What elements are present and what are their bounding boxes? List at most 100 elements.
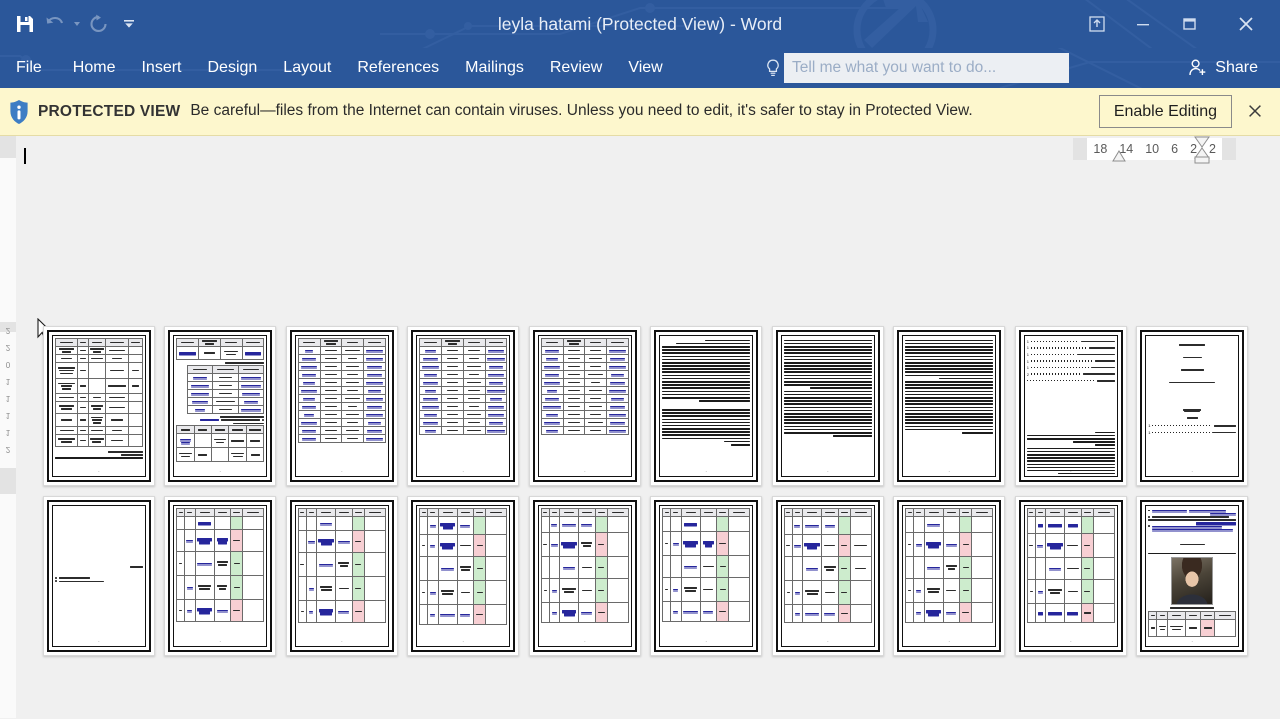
enable-editing-button[interactable]: Enable Editing bbox=[1098, 95, 1232, 128]
page-number: - bbox=[462, 638, 464, 643]
quick-access-toolbar[interactable] bbox=[0, 0, 144, 48]
protected-view-message: Be careful—files from the Internet can c… bbox=[190, 102, 973, 120]
page-number: - bbox=[827, 468, 829, 473]
ruler-margin-left bbox=[1073, 138, 1088, 160]
vruler-tick: 2 bbox=[5, 326, 11, 335]
ribbon-tab-bar: File Home Insert Design Layout Reference… bbox=[0, 48, 1280, 88]
tab-view[interactable]: View bbox=[615, 48, 675, 88]
right-indent-marker-icon[interactable] bbox=[1193, 136, 1211, 164]
horizontal-ruler[interactable]: 18 14 10 6 2 2 bbox=[1073, 136, 1236, 164]
page-number: - bbox=[948, 638, 950, 643]
tab-review[interactable]: Review bbox=[537, 48, 615, 88]
mini-paragraph bbox=[662, 339, 751, 402]
tab-file[interactable]: File bbox=[0, 48, 60, 88]
document-area[interactable]: 2 2 0 1 1 1 1 2 18 14 10 6 2 2 - - - - -… bbox=[0, 136, 1280, 718]
search-input[interactable] bbox=[784, 53, 1069, 83]
info-shield-glyph bbox=[10, 99, 28, 124]
tab-design[interactable]: Design bbox=[194, 48, 270, 88]
tab-layout[interactable]: Layout bbox=[270, 48, 344, 88]
tell-me-container[interactable] bbox=[762, 48, 1069, 88]
page-thumbnail[interactable]: - bbox=[407, 496, 520, 656]
mini-table bbox=[540, 508, 629, 623]
page-thumbnail[interactable]: 1 1 - bbox=[1136, 326, 1249, 486]
page-number: - bbox=[1191, 468, 1193, 473]
page-thumbnail[interactable]: - bbox=[771, 496, 884, 656]
page-thumbnails[interactable]: - - - - - - - - 1 1 1 1 1 2 - 1 1 - - - … bbox=[38, 326, 1260, 656]
page-number: - bbox=[705, 638, 707, 643]
close-banner-icon[interactable] bbox=[1242, 96, 1268, 126]
protected-view-label: PROTECTED VIEW bbox=[38, 102, 181, 120]
tab-references[interactable]: References bbox=[344, 48, 452, 88]
page-thumbnail[interactable]: - bbox=[42, 496, 155, 656]
mini-toc: 1 1 1 1 1 2 bbox=[1026, 338, 1115, 384]
page-thumbnail[interactable]: - bbox=[893, 496, 1006, 656]
page-number: - bbox=[705, 468, 707, 473]
page-thumbnail[interactable]: - bbox=[1014, 496, 1127, 656]
portrait-photo bbox=[1171, 557, 1214, 606]
page-thumbnail[interactable]: - bbox=[164, 496, 277, 656]
hruler-tick: 18 bbox=[1093, 142, 1108, 156]
vruler-tick: 1 bbox=[5, 394, 11, 403]
page-thumbnail[interactable]: - bbox=[893, 326, 1006, 486]
hruler-tick: 10 bbox=[1145, 142, 1160, 156]
page-thumbnail[interactable]: - bbox=[771, 326, 884, 486]
vertical-ruler[interactable]: 2 2 0 1 1 1 1 2 bbox=[0, 136, 16, 718]
tab-mailings[interactable]: Mailings bbox=[452, 48, 537, 88]
page-thumbnail[interactable]: - bbox=[285, 496, 398, 656]
save-icon[interactable] bbox=[10, 7, 40, 41]
lightbulb-glyph bbox=[767, 59, 779, 76]
restore-icon[interactable] bbox=[1166, 0, 1212, 48]
page-number: - bbox=[98, 468, 100, 473]
customize-qat-glyph bbox=[124, 20, 134, 28]
redo-icon[interactable] bbox=[84, 7, 114, 41]
mini-table bbox=[176, 338, 265, 361]
close-icon[interactable] bbox=[1212, 0, 1280, 48]
customize-quick-access-icon[interactable] bbox=[114, 7, 144, 41]
mini-table bbox=[186, 365, 265, 415]
page-number: - bbox=[98, 638, 100, 643]
left-indent-marker-icon[interactable] bbox=[1111, 150, 1127, 162]
page-thumbnail[interactable]: - bbox=[42, 326, 155, 486]
protected-view-bar: PROTECTED VIEW Be careful—files from the… bbox=[0, 88, 1280, 136]
vruler-tick: 2 bbox=[5, 343, 11, 352]
close-glyph bbox=[1239, 17, 1253, 31]
page-thumbnail[interactable]: - bbox=[285, 326, 398, 486]
undo-icon[interactable] bbox=[40, 7, 70, 41]
tab-home[interactable]: Home bbox=[60, 48, 129, 88]
undo-dropdown-icon[interactable] bbox=[70, 7, 84, 41]
tab-insert[interactable]: Insert bbox=[128, 48, 194, 88]
vertical-ruler-ticks: 2 2 0 1 1 1 1 2 bbox=[0, 322, 16, 458]
minimize-icon[interactable] bbox=[1120, 0, 1166, 48]
page-number: - bbox=[948, 468, 950, 473]
share-person-icon bbox=[1189, 59, 1206, 76]
page-thumbnail[interactable]: - bbox=[528, 326, 641, 486]
page-thumbnail[interactable]: - bbox=[528, 496, 641, 656]
mini-table bbox=[540, 338, 629, 436]
mini-paragraph bbox=[783, 339, 872, 437]
close-banner-glyph bbox=[1249, 105, 1261, 117]
mini-table bbox=[297, 508, 386, 623]
page-number: - bbox=[1070, 638, 1072, 643]
minimize-glyph bbox=[1137, 24, 1149, 26]
page-number: - bbox=[219, 468, 221, 473]
share-button[interactable]: Share bbox=[1179, 52, 1270, 84]
ruler-margin-right bbox=[1222, 138, 1236, 160]
ribbon-tabs[interactable]: File Home Insert Design Layout Reference… bbox=[0, 48, 676, 88]
page-thumbnail[interactable]: - bbox=[407, 326, 520, 486]
lightbulb-icon bbox=[762, 58, 784, 78]
redo-glyph bbox=[90, 14, 107, 33]
page-thumbnail[interactable]: 1 1 1 1 1 2 - bbox=[1014, 326, 1127, 486]
vruler-tick: 1 bbox=[5, 411, 11, 420]
window-controls[interactable] bbox=[1074, 0, 1280, 48]
mini-table bbox=[1148, 610, 1237, 637]
vruler-tick: 1 bbox=[5, 377, 11, 386]
mini-table bbox=[176, 508, 265, 622]
ribbon-display-options-icon[interactable] bbox=[1074, 0, 1120, 48]
page-thumbnail[interactable]: - bbox=[650, 326, 763, 486]
page-thumbnail[interactable]: - bbox=[1136, 496, 1249, 656]
page-number: - bbox=[1070, 468, 1072, 473]
page-thumbnail[interactable]: - bbox=[164, 326, 277, 486]
page-thumbnail[interactable]: - bbox=[650, 496, 763, 656]
vruler-tick: 1 bbox=[5, 428, 11, 437]
page-number: - bbox=[341, 638, 343, 643]
